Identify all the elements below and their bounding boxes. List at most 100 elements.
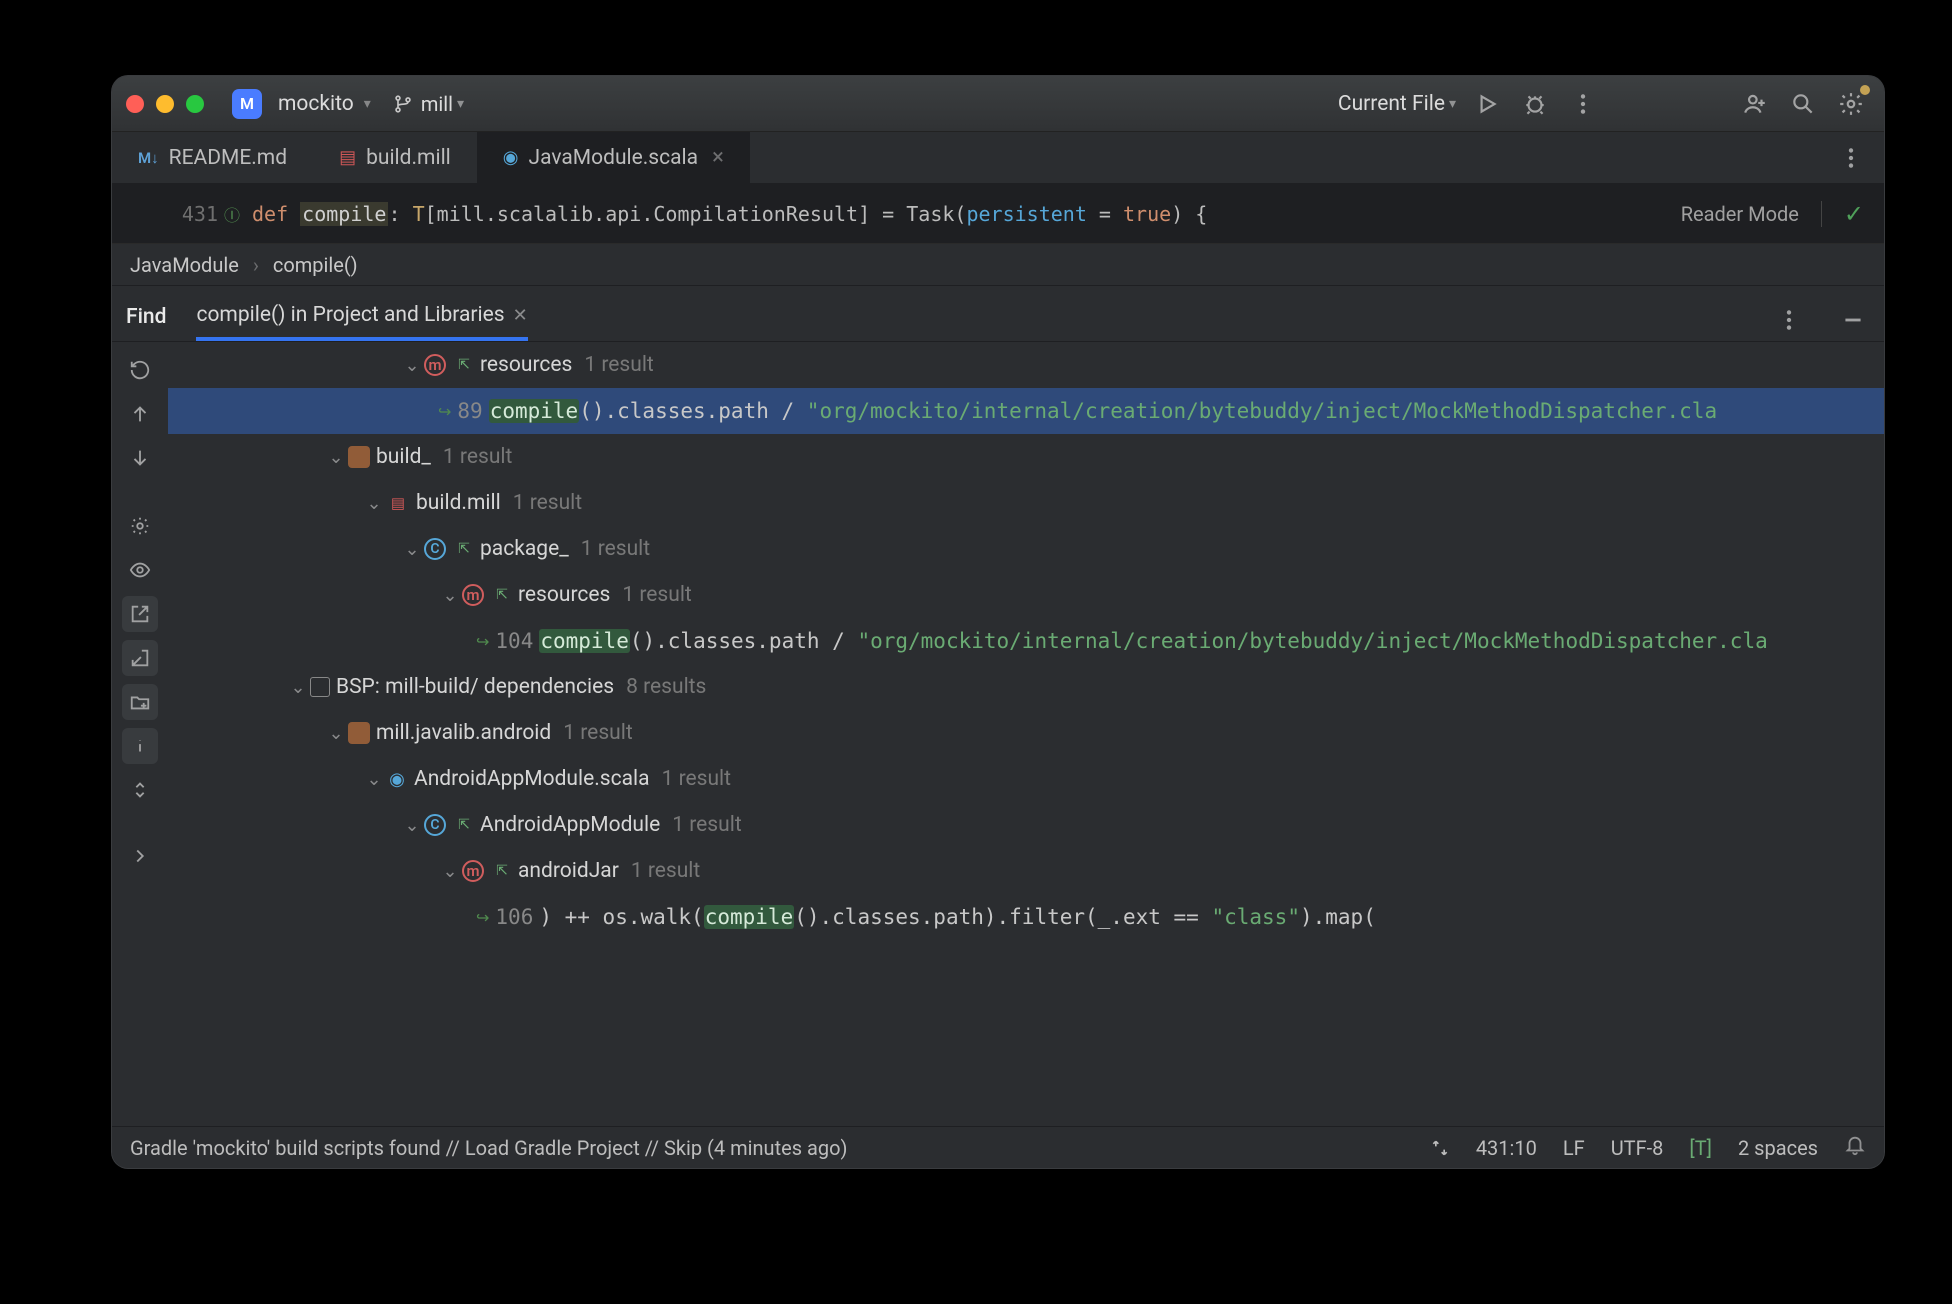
disclosure-triangle-icon[interactable] bbox=[438, 583, 462, 607]
reader-mode-label[interactable]: Reader Mode bbox=[1681, 202, 1799, 226]
person-plus-icon bbox=[1742, 91, 1768, 117]
gear-icon bbox=[1838, 91, 1864, 117]
pin-button[interactable] bbox=[122, 640, 158, 676]
project-name[interactable]: mockito bbox=[278, 92, 354, 116]
results-tree[interactable]: m⇱resources1 result↪89compile().classes.… bbox=[168, 342, 1884, 1126]
info-button[interactable] bbox=[122, 728, 158, 764]
new-folder-button[interactable] bbox=[122, 684, 158, 720]
close-window-button[interactable] bbox=[126, 95, 144, 113]
line-number: 104 bbox=[495, 629, 533, 653]
tab-build-mill[interactable]: ▤ build.mill bbox=[313, 132, 477, 183]
disclosure-triangle-icon[interactable] bbox=[362, 767, 386, 791]
mill-file-icon: ▤ bbox=[339, 147, 356, 168]
expand-collapse-button[interactable] bbox=[122, 772, 158, 808]
inlay-icon[interactable]: Ⓘ bbox=[224, 202, 240, 226]
disclosure-triangle-icon[interactable] bbox=[324, 721, 348, 745]
arrow-up-icon bbox=[129, 403, 151, 425]
indent-setting[interactable]: 2 spaces bbox=[1738, 1136, 1818, 1160]
prev-occurrence-button[interactable] bbox=[122, 396, 158, 432]
disclosure-triangle-icon[interactable] bbox=[286, 675, 310, 699]
tab-javamodule[interactable]: ◉ JavaModule.scala × bbox=[477, 132, 750, 183]
result-node[interactable]: ▤build.mill1 result bbox=[168, 480, 1884, 526]
disclosure-triangle-icon[interactable] bbox=[324, 445, 348, 469]
close-tab-button[interactable]: ✕ bbox=[513, 305, 528, 326]
rerun-button[interactable] bbox=[122, 352, 158, 388]
find-results-tab[interactable]: compile() in Project and Libraries ✕ bbox=[196, 303, 527, 341]
info-icon bbox=[129, 735, 151, 757]
result-match[interactable]: ↪89compile().classes.path / "org/mockito… bbox=[168, 388, 1884, 434]
find-panel: Find compile() in Project and Libraries … bbox=[112, 286, 1884, 1126]
scala-file-icon: ◉ bbox=[503, 147, 519, 168]
debug-button[interactable] bbox=[1518, 87, 1552, 121]
node-label: androidJar bbox=[518, 859, 619, 883]
result-count: 1 result bbox=[662, 767, 731, 791]
more-actions-button[interactable] bbox=[1566, 87, 1600, 121]
disclosure-triangle-icon[interactable] bbox=[400, 537, 424, 561]
match-icon: ↪ bbox=[476, 908, 489, 927]
result-node[interactable]: m⇱androidJar1 result bbox=[168, 848, 1884, 894]
disclosure-triangle-icon[interactable] bbox=[400, 353, 424, 377]
result-node[interactable]: C⇱AndroidAppModule1 result bbox=[168, 802, 1884, 848]
match-text: ) ++ os.walk(compile().classes.path).fil… bbox=[539, 905, 1376, 929]
chevron-down-icon: ▾ bbox=[1449, 96, 1456, 112]
result-node[interactable]: C⇱package_1 result bbox=[168, 526, 1884, 572]
notifications-button[interactable] bbox=[1844, 1134, 1866, 1161]
result-count: 1 result bbox=[622, 583, 691, 607]
settings-button[interactable] bbox=[1834, 87, 1868, 121]
node-label: AndroidAppModule bbox=[480, 813, 660, 837]
tab-label: README.md bbox=[169, 146, 287, 170]
project-badge[interactable]: M bbox=[232, 89, 262, 119]
match-text: compile().classes.path / "org/mockito/in… bbox=[539, 629, 1767, 653]
breadcrumb[interactable]: JavaModule › compile() bbox=[112, 244, 1884, 286]
result-count: 1 result bbox=[631, 859, 700, 883]
hide-panel-button[interactable] bbox=[1836, 307, 1870, 341]
find-header: Find compile() in Project and Libraries … bbox=[112, 286, 1884, 342]
editor[interactable]: 431 Ⓘ def compile: T[mill.scalalib.api.C… bbox=[112, 184, 1884, 244]
breadcrumb-segment[interactable]: compile() bbox=[273, 253, 358, 277]
line-number: 431 bbox=[182, 202, 218, 226]
search-everywhere-button[interactable] bbox=[1786, 87, 1820, 121]
cursor-position[interactable]: 431:10 bbox=[1476, 1136, 1537, 1160]
toolbar-settings-button[interactable] bbox=[122, 508, 158, 544]
branch-name: mill bbox=[421, 92, 453, 116]
show-more-button[interactable] bbox=[122, 838, 158, 874]
run-button[interactable] bbox=[1470, 87, 1504, 121]
zoom-window-button[interactable] bbox=[186, 95, 204, 113]
disclosure-triangle-icon[interactable] bbox=[362, 491, 386, 515]
find-options-button[interactable] bbox=[1772, 307, 1806, 341]
breadcrumb-segment[interactable]: JavaModule bbox=[130, 253, 239, 277]
window-controls bbox=[126, 95, 204, 113]
inspections-ok-icon[interactable]: ✓ bbox=[1844, 200, 1864, 228]
line-number: 106 bbox=[495, 905, 533, 929]
result-match[interactable]: ↪ 106) ++ os.walk(compile().classes.path)… bbox=[168, 894, 1884, 940]
result-node[interactable]: build_1 result bbox=[168, 434, 1884, 480]
disclosure-triangle-icon[interactable] bbox=[438, 859, 462, 883]
inherited-icon: ⇱ bbox=[490, 583, 514, 607]
result-count: 1 result bbox=[581, 537, 650, 561]
close-tab-button[interactable]: × bbox=[712, 145, 724, 170]
sync-icon[interactable] bbox=[1430, 1138, 1450, 1158]
chevron-down-icon: ▾ bbox=[457, 96, 464, 112]
arrow-down-icon bbox=[129, 447, 151, 469]
status-message[interactable]: Gradle 'mockito' build scripts found // … bbox=[130, 1136, 848, 1160]
result-node[interactable]: ◉AndroidAppModule.scala1 result bbox=[168, 756, 1884, 802]
export-button[interactable] bbox=[122, 596, 158, 632]
tab-mode[interactable]: [T] bbox=[1689, 1136, 1712, 1160]
minimize-window-button[interactable] bbox=[156, 95, 174, 113]
result-node[interactable]: m⇱resources1 result bbox=[168, 572, 1884, 618]
vcs-branch[interactable]: mill ▾ bbox=[393, 92, 464, 116]
result-node[interactable]: mill.javalib.android1 result bbox=[168, 710, 1884, 756]
preview-button[interactable] bbox=[122, 552, 158, 588]
result-node[interactable]: m⇱resources1 result bbox=[168, 342, 1884, 388]
tab-readme[interactable]: M↓ README.md bbox=[112, 132, 313, 183]
code-with-me-button[interactable] bbox=[1738, 87, 1772, 121]
run-config-selector[interactable]: Current File ▾ bbox=[1338, 92, 1456, 116]
tab-options-button[interactable] bbox=[1834, 141, 1868, 175]
line-separator[interactable]: LF bbox=[1563, 1136, 1585, 1160]
next-occurrence-button[interactable] bbox=[122, 440, 158, 476]
disclosure-triangle-icon[interactable] bbox=[400, 813, 424, 837]
file-encoding[interactable]: UTF-8 bbox=[1611, 1136, 1664, 1160]
result-match[interactable]: ↪104compile().classes.path / "org/mockit… bbox=[168, 618, 1884, 664]
result-node[interactable]: BSP: mill-build/ dependencies8 results bbox=[168, 664, 1884, 710]
find-toolbar bbox=[112, 342, 168, 1126]
